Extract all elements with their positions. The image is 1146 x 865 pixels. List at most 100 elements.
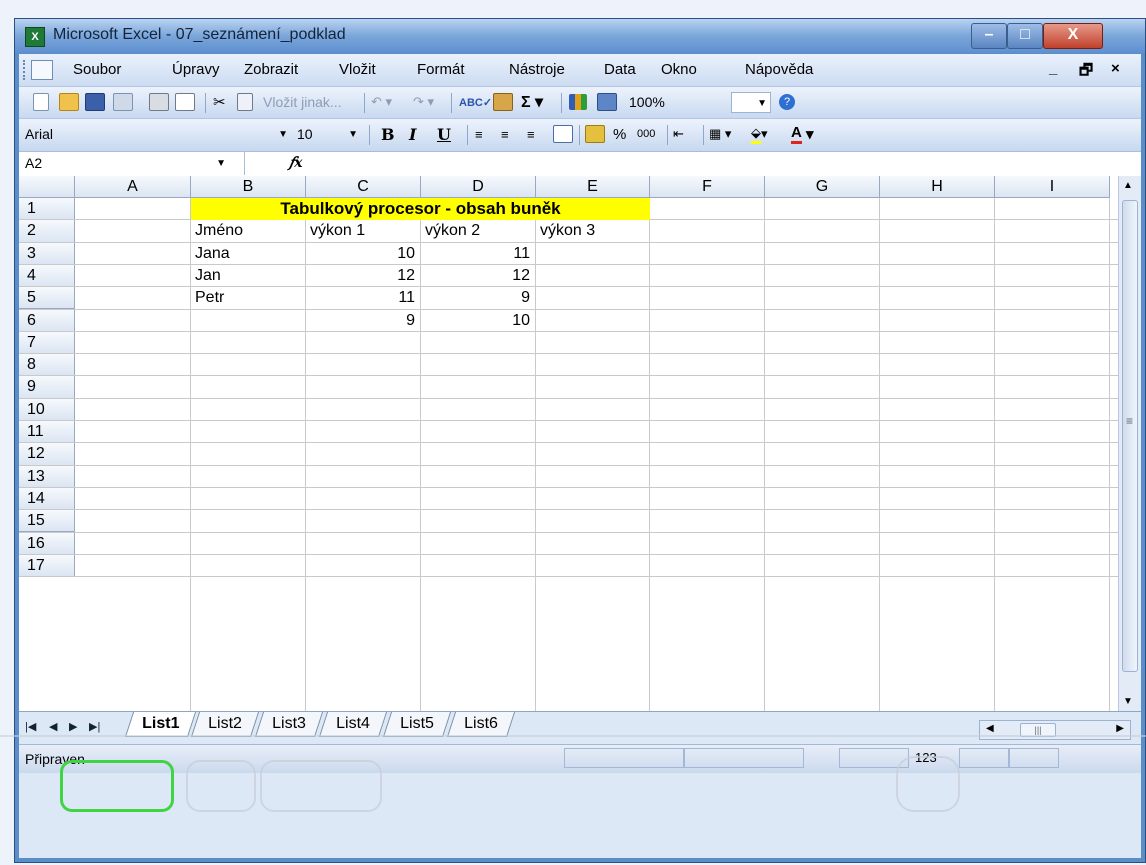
value-cell[interactable]: 11	[425, 243, 530, 265]
underline-button[interactable]: U	[437, 124, 451, 144]
header-cell[interactable]: výkon 2	[425, 220, 530, 242]
help-icon[interactable]: ?	[779, 92, 795, 112]
align-left-icon[interactable]: ≡	[475, 124, 483, 144]
prev-sheet-icon[interactable]: ◀	[49, 720, 57, 733]
column-header-a[interactable]: A	[75, 176, 191, 198]
scroll-down-icon[interactable]: ▼	[1123, 696, 1133, 707]
value-cell[interactable]: 11	[310, 287, 415, 309]
scroll-left-icon[interactable]: ◀	[986, 723, 994, 734]
fill-color-icon[interactable]: ⬙ ▾	[751, 124, 768, 144]
scroll-up-icon[interactable]: ▲	[1123, 180, 1133, 191]
print-icon[interactable]	[149, 92, 169, 112]
menu-format[interactable]: Formát	[417, 61, 465, 78]
chart-wizard-icon[interactable]	[569, 92, 587, 112]
header-cell[interactable]: Jméno	[195, 220, 300, 242]
currency-icon[interactable]	[585, 124, 605, 144]
row-header-17[interactable]: 17	[19, 554, 75, 578]
row-header-4[interactable]: 4	[19, 264, 75, 288]
name-cell[interactable]: Jan	[195, 265, 300, 287]
thousands-button[interactable]: 000	[637, 124, 655, 144]
row-header-2[interactable]: 2	[19, 220, 75, 243]
tab-list6[interactable]: List6	[446, 712, 515, 737]
value-cell[interactable]: 10	[310, 243, 415, 265]
column-header-f[interactable]: F	[650, 176, 765, 198]
zoom-dropdown[interactable]: ▼	[731, 92, 771, 113]
row-header-3[interactable]: 3	[19, 242, 75, 265]
maximize-button[interactable]: □	[1007, 23, 1043, 49]
header-cell[interactable]: výkon 3	[540, 220, 644, 242]
undo-icon[interactable]: ↶ ▾	[371, 92, 392, 112]
row-header-13[interactable]: 13	[19, 465, 75, 488]
menu-okno[interactable]: Okno	[661, 61, 697, 78]
cut-icon[interactable]: ✂	[213, 92, 226, 112]
doc-close-button[interactable]: ×	[1111, 60, 1120, 77]
paste-special-button[interactable]: Vložit jinak...	[263, 94, 342, 110]
name-box[interactable]: A2 ▼	[19, 152, 245, 175]
italic-button[interactable]: I	[409, 124, 416, 144]
open-icon[interactable]	[59, 92, 79, 112]
value-cell[interactable]: 9	[425, 287, 530, 309]
worksheet-grid[interactable]: A B C D E F G H I 1 2 3 4 5 6 7 8 9 10 11 12 13 14 15 16 17 Jméno v…	[19, 176, 1125, 711]
column-header-e[interactable]: E	[536, 176, 650, 198]
name-cell[interactable]	[195, 310, 300, 332]
row-header-7[interactable]: 7	[19, 331, 75, 355]
tab-list1[interactable]: List1	[124, 712, 197, 737]
value-cell[interactable]: 12	[425, 265, 530, 287]
row-header-9[interactable]: 9	[19, 376, 75, 399]
menu-upravy[interactable]: Úpravy	[172, 61, 220, 78]
column-header-h[interactable]: H	[880, 176, 995, 198]
research-icon[interactable]	[493, 92, 513, 112]
row-header-1[interactable]: 1	[19, 198, 75, 221]
align-center-icon[interactable]: ≡	[501, 124, 509, 144]
close-button[interactable]: X	[1043, 23, 1103, 49]
player-play-button[interactable]	[60, 760, 174, 812]
font-size-combo[interactable]: 10 ▼	[293, 124, 361, 145]
menu-zobrazit[interactable]: Zobrazit	[244, 61, 298, 78]
last-sheet-icon[interactable]: ▶|	[89, 720, 100, 733]
copy-icon[interactable]	[237, 92, 253, 112]
row-header-12[interactable]: 12	[19, 443, 75, 466]
font-color-button[interactable]: A ▾	[791, 124, 814, 144]
row-header-11[interactable]: 11	[19, 421, 75, 444]
column-header-b[interactable]: B	[191, 176, 306, 198]
menu-vlozit[interactable]: Vložit	[339, 61, 376, 78]
menu-soubor[interactable]: Soubor	[73, 61, 121, 78]
autosum-icon[interactable]: Σ ▾	[521, 92, 543, 112]
spelling-icon[interactable]: ABC✓	[459, 92, 492, 112]
player-next-button[interactable]	[260, 760, 382, 812]
player-prev-button[interactable]	[186, 760, 256, 812]
doc-restore-button[interactable]: 🗗	[1079, 60, 1093, 85]
row-header-5[interactable]: 5	[19, 287, 75, 310]
permission-icon[interactable]	[113, 92, 133, 112]
redo-icon[interactable]: ↷ ▾	[413, 92, 434, 112]
tab-list3[interactable]: List3	[254, 712, 323, 737]
column-header-d[interactable]: D	[421, 176, 536, 198]
font-dropdown-icon[interactable]: ▼	[269, 124, 291, 145]
menu-nastroje[interactable]: Nástroje	[509, 61, 565, 78]
value-cell[interactable]: 9	[310, 310, 415, 332]
row-header-10[interactable]: 10	[19, 398, 75, 421]
next-sheet-icon[interactable]: ▶	[69, 720, 77, 733]
scroll-right-icon[interactable]: ▶	[1116, 723, 1124, 734]
save-icon[interactable]	[85, 92, 105, 112]
menu-data[interactable]: Data	[604, 61, 636, 78]
formula-input[interactable]	[319, 152, 1141, 175]
column-header-c[interactable]: C	[306, 176, 421, 198]
row-header-16[interactable]: 16	[19, 532, 75, 555]
player-volume-button[interactable]	[896, 756, 960, 812]
document-icon[interactable]	[31, 60, 53, 80]
borders-icon[interactable]: ▦ ▾	[709, 124, 731, 144]
value-cell[interactable]: 10	[425, 310, 530, 332]
value-cell[interactable]: 12	[310, 265, 415, 287]
tab-list2[interactable]: List2	[190, 712, 259, 737]
tab-list5[interactable]: List5	[382, 712, 451, 737]
row-header-8[interactable]: 8	[19, 354, 75, 377]
doc-minimize-button[interactable]: _	[1049, 60, 1057, 77]
menu-napoveda[interactable]: Nápověda	[745, 61, 813, 78]
name-cell[interactable]: Jana	[195, 243, 300, 265]
first-sheet-icon[interactable]: |◀	[25, 720, 36, 733]
column-header-g[interactable]: G	[765, 176, 880, 198]
decrease-indent-icon[interactable]: ⇤	[673, 124, 684, 144]
header-cell[interactable]: výkon 1	[310, 220, 415, 242]
merge-center-icon[interactable]	[553, 124, 573, 144]
